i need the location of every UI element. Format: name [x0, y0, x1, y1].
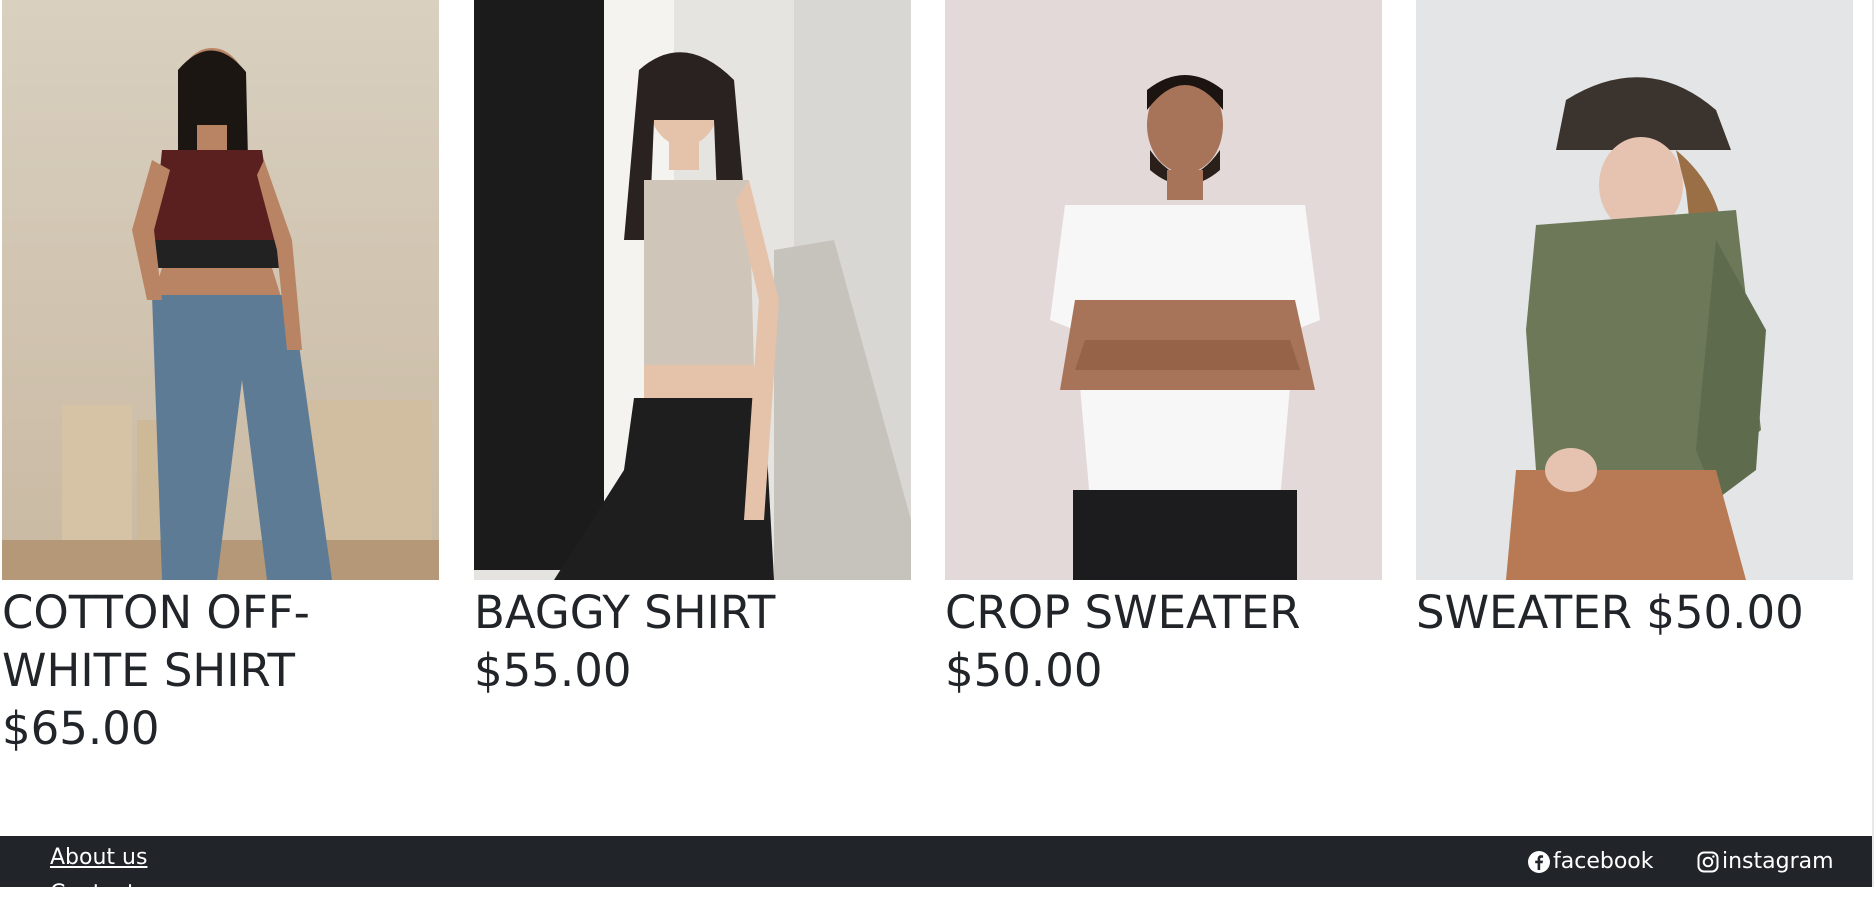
- product-card[interactable]: SWEATER $50.00: [1416, 0, 1853, 642]
- product-title[interactable]: SWEATER $50.00: [1416, 584, 1853, 642]
- product-image[interactable]: [474, 0, 911, 580]
- product-image[interactable]: [1416, 0, 1853, 580]
- product-title[interactable]: CROP SWEATER $50.00: [945, 584, 1382, 700]
- product-photo: [1416, 0, 1853, 580]
- product-title[interactable]: COTTON OFF-WHITE SHIRT $65.00: [2, 584, 439, 758]
- product-card[interactable]: CROP SWEATER $50.00: [945, 0, 1382, 700]
- instagram-link[interactable]: instagram: [1696, 848, 1834, 876]
- instagram-icon: [1697, 851, 1719, 873]
- product-image[interactable]: [2, 0, 439, 580]
- product-image[interactable]: [945, 0, 1382, 580]
- product-title[interactable]: BAGGY SHIRT $55.00: [474, 584, 911, 700]
- product-photo: [945, 0, 1382, 580]
- facebook-link[interactable]: facebook: [1527, 848, 1653, 876]
- product-card[interactable]: COTTON OFF-WHITE SHIRT $65.00: [2, 0, 439, 758]
- about-us-link[interactable]: About us: [50, 840, 168, 876]
- product-grid: COTTON OFF-WHITE SHIRT $65.00 BAGGY SHIR…: [0, 0, 1874, 836]
- facebook-label: facebook: [1553, 849, 1654, 874]
- contact-us-link[interactable]: Contact us: [50, 876, 168, 912]
- product-photo: [2, 0, 439, 580]
- site-footer: About us Contact us facebook instagram: [0, 836, 1872, 906]
- facebook-icon: [1528, 851, 1550, 873]
- instagram-label: instagram: [1722, 849, 1834, 874]
- product-card[interactable]: BAGGY SHIRT $55.00: [474, 0, 911, 700]
- footer-links: About us Contact us: [50, 840, 168, 912]
- product-photo: [474, 0, 911, 580]
